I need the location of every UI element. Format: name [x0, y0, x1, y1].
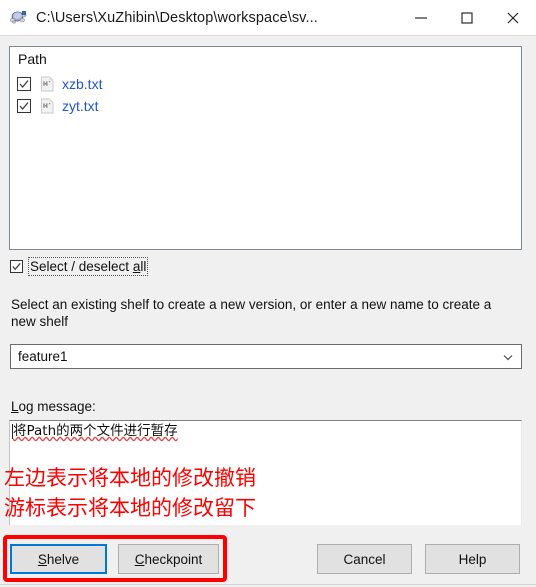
maximize-button[interactable]: [444, 0, 490, 35]
log-label-accel-char: L: [11, 399, 19, 414]
file-path-label: zyt.txt: [62, 98, 99, 114]
shelve-accel-char: S: [37, 551, 47, 567]
help-button[interactable]: Help: [425, 544, 520, 574]
file-rows: xzb.txt zyt.txt: [10, 73, 521, 117]
bottom-divider: [0, 584, 536, 585]
checkpoint-accel-char: C: [134, 551, 145, 567]
select-all-label-before: Select / deselect: [30, 258, 133, 274]
shelf-name-combobox[interactable]: feature1: [10, 344, 522, 369]
modified-file-icon: [40, 76, 55, 92]
shelve-label-rest: helve: [46, 551, 80, 567]
row-checkbox[interactable]: [17, 99, 31, 113]
title-bar: C:\Users\XuZhibin\Desktop\workspace\sv..…: [0, 0, 536, 36]
select-all-checkbox[interactable]: [10, 259, 23, 273]
checkpoint-button[interactable]: Checkpoint: [118, 544, 219, 574]
checkpoint-label-rest: heckpoint: [144, 551, 203, 567]
shelve-dialog-window: C:\Users\XuZhibin\Desktop\workspace\sv..…: [0, 0, 536, 587]
log-message-label: Log message:: [11, 399, 96, 414]
shelf-name-value: feature1: [18, 349, 68, 364]
shelve-button[interactable]: Shelve: [10, 544, 107, 574]
select-deselect-all-row[interactable]: Select / deselect all: [10, 256, 149, 276]
annotation-line-2: 游标表示将本地的修改留下: [4, 496, 256, 520]
close-button[interactable]: [490, 0, 536, 35]
log-message-value: 将Path的两个文件进行暂存: [13, 423, 178, 439]
log-label-rest: og message:: [18, 399, 96, 414]
cancel-button[interactable]: Cancel: [317, 544, 412, 574]
window-title: C:\Users\XuZhibin\Desktop\workspace\sv..…: [36, 9, 318, 26]
select-all-label-after: ll: [140, 258, 147, 274]
column-header-path: Path: [18, 51, 47, 67]
annotation-line-1: 左边表示将本地的修改撤销: [4, 466, 256, 490]
row-checkbox[interactable]: [17, 77, 31, 91]
table-row[interactable]: xzb.txt: [10, 73, 521, 95]
chevron-down-icon[interactable]: [495, 345, 521, 368]
file-list[interactable]: Path xzb.txt zyt.txt: [9, 46, 522, 250]
file-path-label: xzb.txt: [62, 76, 103, 92]
list-column-header[interactable]: Path: [10, 47, 521, 71]
modified-file-icon: [40, 98, 55, 114]
select-all-label: Select / deselect all: [27, 256, 149, 276]
tortoise-svn-icon: [8, 8, 28, 28]
minimize-button[interactable]: [398, 0, 444, 35]
table-row[interactable]: zyt.txt: [10, 95, 521, 117]
shelf-description-text: Select an existing shelf to create a new…: [11, 297, 492, 329]
